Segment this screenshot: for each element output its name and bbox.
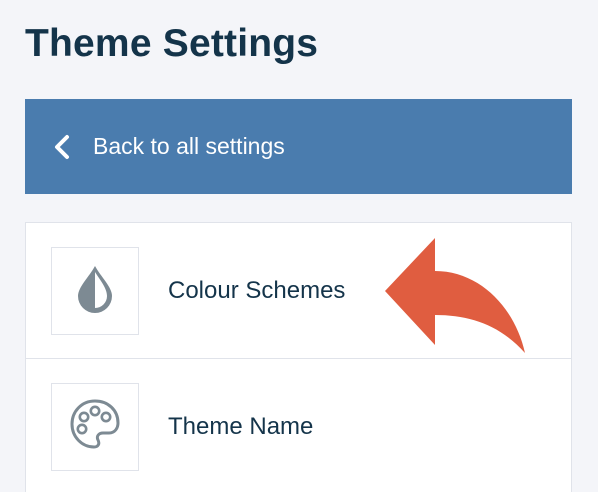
chevron-left-icon [53,134,83,160]
palette-icon [67,396,123,457]
droplet-icon [75,263,115,318]
icon-tile [51,382,139,471]
back-button-label: Back to all settings [93,133,285,159]
theme-settings-page: Theme Settings Back to all settings Colo… [0,0,598,492]
list-item-theme-name[interactable]: Theme Name [26,359,571,492]
list-item-label: Colour Schemes [168,276,346,304]
page-title: Theme Settings [25,22,319,65]
pointer-arrow-annotation [385,238,525,353]
icon-tile [51,246,139,335]
list-item-label: Theme Name [168,412,314,440]
back-to-all-settings-button[interactable]: Back to all settings [25,99,572,194]
